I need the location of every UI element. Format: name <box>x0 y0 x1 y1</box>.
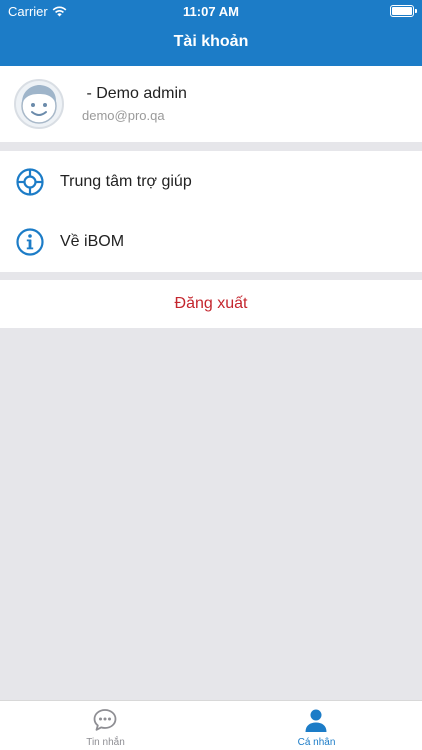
help-center-item[interactable]: Trung tâm trợ giúp <box>0 152 422 212</box>
about-label: Về iBOM <box>60 233 125 250</box>
about-item[interactable]: Về iBOM <box>0 212 422 272</box>
tab-profile-label: Cá nhân <box>297 737 336 748</box>
navigation-bar: Carrier 11:07 AM Tài khoản <box>0 0 422 66</box>
tab-bar: Tin nhắn Cá nhân <box>0 700 422 750</box>
tab-profile[interactable]: Cá nhân <box>211 701 422 750</box>
logout-label: Đăng xuất <box>174 295 248 312</box>
account-menu: Trung tâm trợ giúp Về iBOM <box>0 151 422 272</box>
tab-messages[interactable]: Tin nhắn <box>0 701 211 750</box>
info-icon <box>16 228 44 256</box>
logout-button[interactable]: Đăng xuất <box>0 280 422 328</box>
chat-bubble-icon <box>93 709 117 731</box>
person-icon <box>305 709 327 732</box>
lifebuoy-icon <box>16 168 44 196</box>
profile-email: demo@pro.qa <box>82 108 165 123</box>
help-center-label: Trung tâm trợ giúp <box>60 173 192 190</box>
battery-icon <box>390 5 417 17</box>
clock: 11:07 AM <box>183 4 239 19</box>
page-title: Tài khoản <box>173 33 249 50</box>
profile-name: - Demo admin <box>82 85 187 102</box>
avatar-face-icon <box>21 85 57 124</box>
tab-messages-label: Tin nhắn <box>86 737 125 748</box>
profile-card[interactable]: - Demo admin demo@pro.qa <box>0 66 422 142</box>
status-bar: Carrier 11:07 AM <box>0 0 422 22</box>
avatar <box>14 79 64 129</box>
